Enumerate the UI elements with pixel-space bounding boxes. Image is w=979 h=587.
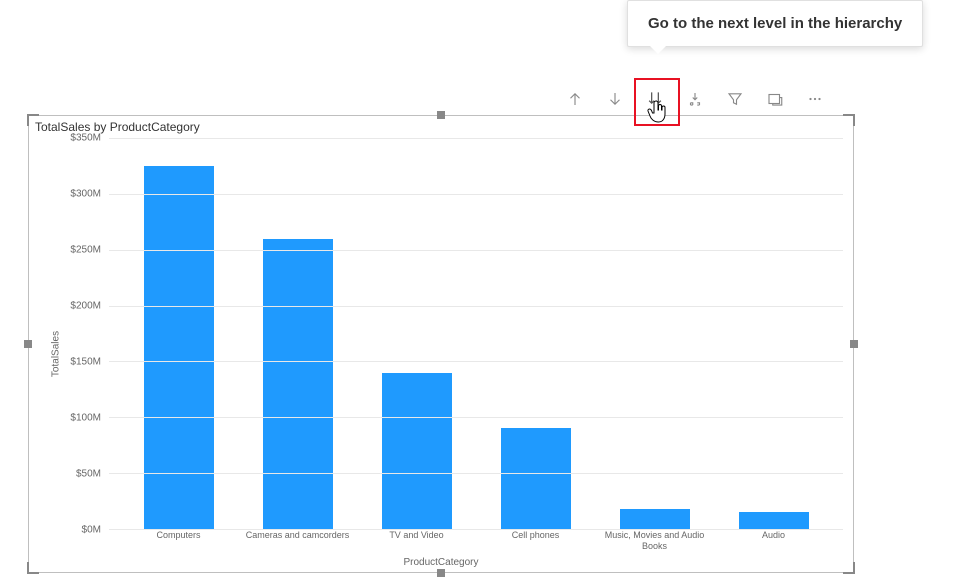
bar[interactable] [620, 509, 690, 529]
next-level-button[interactable] [640, 84, 670, 114]
drill-down-button[interactable] [600, 84, 630, 114]
y-ticks: $350M$300M$250M$200M$150M$100M$50M$0M [51, 138, 101, 530]
gridline [109, 417, 843, 418]
gridline [109, 194, 843, 195]
gridline [109, 473, 843, 474]
bar-group [714, 138, 833, 529]
y-tick-label: $150M [51, 357, 101, 368]
bar[interactable] [144, 166, 214, 529]
y-tick-label: $50M [51, 469, 101, 480]
chart-visual-container[interactable]: TotalSales by ProductCategory TotalSales… [28, 115, 854, 573]
x-axis-label: ProductCategory [29, 557, 853, 568]
plot-area [109, 138, 843, 530]
y-tick-label: $250M [51, 245, 101, 256]
x-tick-label: Cameras and camcorders [238, 530, 357, 552]
gridline [109, 306, 843, 307]
resize-handle[interactable] [853, 562, 855, 574]
x-tick-label: TV and Video [357, 530, 476, 552]
gridline [109, 138, 843, 139]
y-tick-label: $350M [51, 133, 101, 144]
bar[interactable] [382, 373, 452, 529]
x-tick-label: Computers [119, 530, 238, 552]
expand-level-button[interactable] [680, 84, 710, 114]
bar-group [476, 138, 595, 529]
bar-group [238, 138, 357, 529]
y-tick-label: $0M [51, 525, 101, 536]
bar[interactable] [263, 239, 333, 529]
chart-body: TotalSales $350M$300M$250M$200M$150M$100… [29, 138, 853, 570]
chart-title: TotalSales by ProductCategory [29, 116, 853, 138]
drill-up-button[interactable] [560, 84, 590, 114]
x-labels: ComputersCameras and camcordersTV and Vi… [109, 530, 843, 552]
y-tick-label: $200M [51, 301, 101, 312]
x-tick-label: Cell phones [476, 530, 595, 552]
bar-group [357, 138, 476, 529]
resize-handle[interactable] [437, 569, 445, 577]
resize-handle[interactable] [27, 114, 29, 126]
bar-group [595, 138, 714, 529]
x-tick-label: Audio [714, 530, 833, 552]
resize-handle[interactable] [853, 114, 855, 126]
bar-group [119, 138, 238, 529]
bars-container [109, 138, 843, 529]
tooltip-next-level: Go to the next level in the hierarchy [627, 0, 923, 47]
gridline [109, 361, 843, 362]
resize-handle[interactable] [437, 111, 445, 119]
more-options-button[interactable] [800, 84, 830, 114]
x-tick-label: Music, Movies and Audio Books [595, 530, 714, 552]
focus-mode-button[interactable] [760, 84, 790, 114]
gridline [109, 250, 843, 251]
filter-button[interactable] [720, 84, 750, 114]
y-tick-label: $100M [51, 413, 101, 424]
visual-toolbar [560, 84, 830, 114]
bar[interactable] [739, 512, 809, 529]
y-tick-label: $300M [51, 189, 101, 200]
bar[interactable] [501, 428, 571, 529]
